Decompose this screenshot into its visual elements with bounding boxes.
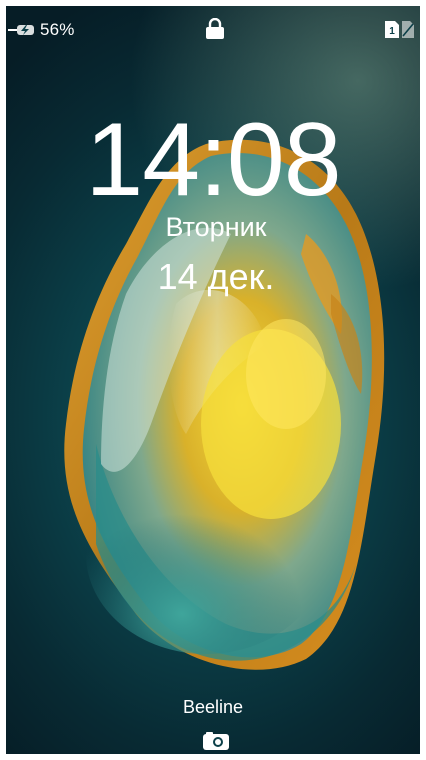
carrier-name: Beeline xyxy=(182,697,244,717)
lock-icon xyxy=(205,17,225,45)
battery-percent: 56% xyxy=(40,20,75,39)
status-bar: 56% 1 xyxy=(6,6,420,54)
sim2-icon xyxy=(402,21,414,43)
battery-indicator: 56% xyxy=(8,20,75,40)
lock-screen: 56% 1 14:08 Вторник 14 дек. Beeline xyxy=(6,6,420,754)
lockscreen-clock: 14:08 xyxy=(85,102,341,218)
sim-indicators: 1 xyxy=(385,21,414,43)
camera-icon[interactable] xyxy=(203,732,229,754)
svg-text:1: 1 xyxy=(389,26,395,37)
sim1-icon: 1 xyxy=(385,21,399,43)
lockscreen-weekday: Вторник xyxy=(165,212,267,242)
charging-battery-icon xyxy=(8,23,36,37)
lockscreen-date: 14 дек. xyxy=(157,256,275,297)
